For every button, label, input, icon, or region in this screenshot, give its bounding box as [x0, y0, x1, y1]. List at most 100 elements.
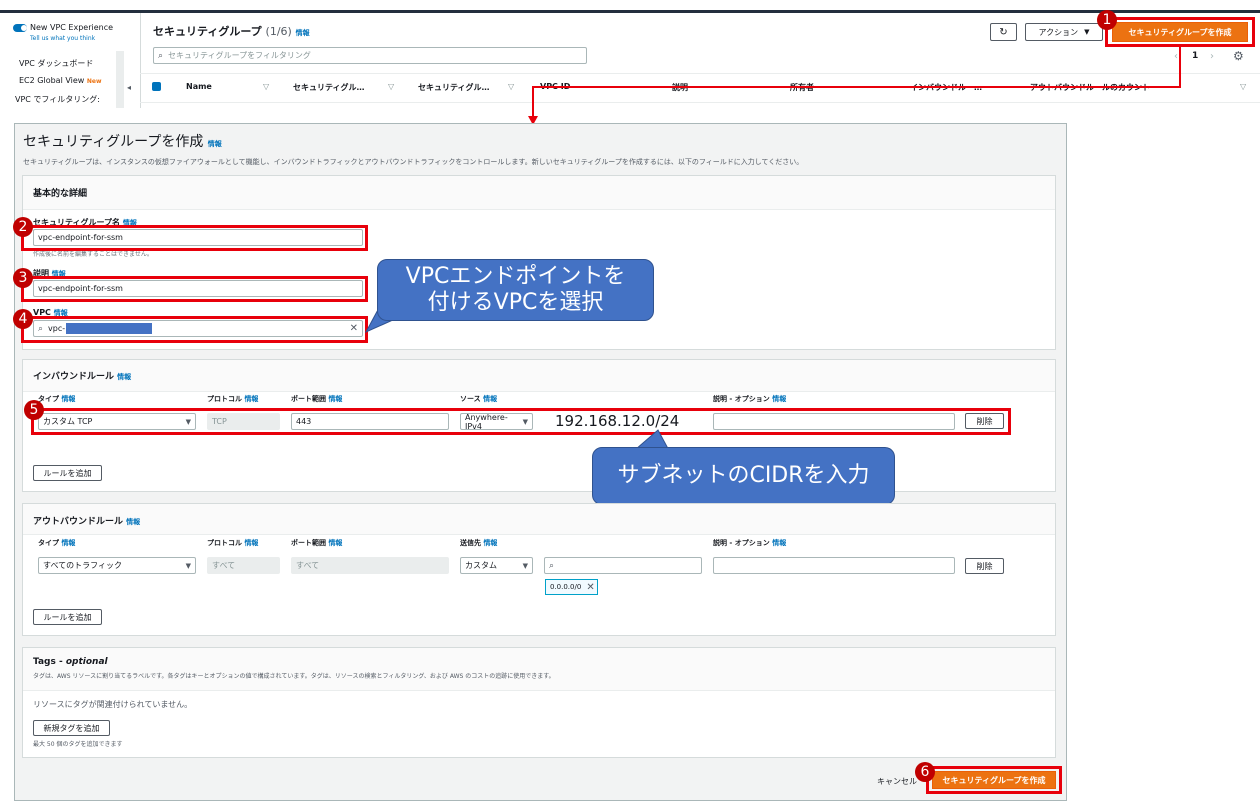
sidebar-scrollbar[interactable]: [116, 51, 124, 108]
cancel-link[interactable]: キャンセル: [877, 776, 917, 787]
col-label: タイプ: [38, 395, 59, 403]
outbound-protocol-field: すべて: [207, 557, 280, 574]
highlight-vpc: [21, 316, 368, 343]
filter-placeholder: セキュリティグループをフィルタリング: [168, 51, 311, 60]
col-label: 説明 - オプション: [713, 395, 770, 403]
outbound-type-value: すべてのトラフィック: [43, 561, 122, 570]
outbound-description-input[interactable]: [713, 557, 955, 574]
info-link[interactable]: 情報: [328, 539, 342, 547]
col-label: プロトコル: [207, 539, 242, 547]
step-badge-6: 6: [915, 762, 935, 782]
tags-heading-optional: optional: [65, 657, 108, 667]
sort-icon[interactable]: ▽: [388, 82, 394, 91]
form-description: セキュリティグループは、インスタンスの仮想ファイアウォールとして機能し、インバウ…: [23, 158, 804, 166]
info-link[interactable]: 情報: [208, 140, 222, 148]
column-header-sg-name[interactable]: セキュリティグル…: [293, 82, 365, 93]
collapse-sidebar-button[interactable]: ◂: [127, 83, 131, 92]
toggle-label: New VPC Experience: [30, 23, 114, 32]
info-link[interactable]: 情報: [61, 539, 75, 547]
col-label: 説明 - オプション: [713, 539, 770, 547]
refresh-button[interactable]: ↻: [990, 23, 1017, 41]
inbound-heading: インバウンドルール 情報: [33, 369, 131, 382]
col-label: タイプ: [38, 539, 59, 547]
inbound-col-type: タイプ 情報: [38, 394, 75, 404]
select-all-checkbox[interactable]: [152, 82, 161, 91]
flow-arrow: [528, 45, 1181, 125]
tags-heading-prefix: Tags -: [33, 657, 66, 667]
outbound-type-select[interactable]: すべてのトラフィック ▼: [38, 557, 196, 574]
info-link[interactable]: 情報: [61, 395, 75, 403]
page-title-text: セキュリティグループ: [153, 25, 262, 38]
info-link[interactable]: 情報: [772, 539, 786, 547]
outbound-dest-select[interactable]: カスタム ▼: [460, 557, 533, 574]
item-count: (1/6): [265, 25, 292, 38]
outbound-port-field: すべて: [291, 557, 449, 574]
outbound-delete-button[interactable]: 削除: [965, 558, 1004, 574]
outbound-add-rule-button[interactable]: ルールを追加: [33, 609, 102, 625]
caret-down-icon: ▼: [1084, 28, 1090, 36]
highlight-sg-name: [21, 225, 368, 251]
info-link[interactable]: 情報: [117, 373, 131, 381]
pagination-next[interactable]: ›: [1210, 51, 1214, 62]
panel-header: [23, 360, 1055, 392]
console-top-border: [0, 10, 1260, 13]
info-link[interactable]: 情報: [296, 29, 310, 37]
caret-down-icon: ▼: [185, 561, 191, 570]
sidebar-item-ec2-global-view[interactable]: EC2 Global View New: [19, 76, 102, 85]
info-link[interactable]: 情報: [244, 539, 258, 547]
outbound-cidr-search[interactable]: ⌕: [544, 557, 702, 574]
col-label: ポート範囲: [291, 539, 326, 547]
tags-empty-message: リソースにタグが関連付けられていません。: [33, 700, 193, 709]
refresh-icon: ↻: [999, 26, 1008, 38]
col-label: ポート範囲: [291, 395, 326, 403]
inbound-heading-text: インバウンドルール: [33, 372, 115, 382]
form-title-text: セキュリティグループを作成: [23, 134, 204, 150]
outbound-col-dest: 送信先 情報: [460, 538, 497, 548]
console-sidebar: New VPC Experience Tell us what you thin…: [0, 13, 141, 108]
add-tag-button[interactable]: 新規タグを追加: [33, 720, 110, 736]
sort-icon[interactable]: ▽: [263, 82, 269, 91]
info-link[interactable]: 情報: [328, 395, 342, 403]
actions-label: アクション: [1038, 27, 1079, 37]
info-link[interactable]: 情報: [483, 539, 497, 547]
info-link[interactable]: 情報: [483, 395, 497, 403]
column-header-name[interactable]: Name: [186, 82, 212, 91]
new-badge: New: [86, 78, 102, 85]
highlight-description: [21, 276, 368, 302]
sort-icon[interactable]: ▽: [508, 82, 514, 91]
actions-dropdown[interactable]: アクション ▼: [1025, 23, 1103, 41]
settings-icon[interactable]: ⚙: [1233, 49, 1244, 63]
feedback-link[interactable]: Tell us what you think: [30, 35, 95, 42]
callout-vpc: VPCエンドポイントを 付けるVPCを選択: [377, 259, 654, 321]
sidebar-item-vpc-dashboard[interactable]: VPC ダッシュボード: [19, 58, 93, 69]
sort-icon[interactable]: ▽: [1240, 82, 1246, 91]
callout-vpc-line1: VPCエンドポイントを: [405, 263, 626, 289]
search-icon: ⌕: [549, 560, 555, 571]
outbound-col-protocol: プロトコル 情報: [207, 538, 258, 548]
step-badge-1: 1: [1097, 10, 1117, 30]
tags-limit: 最大 50 個のタグを追加できます: [33, 741, 123, 748]
search-icon: ⌕: [158, 50, 164, 61]
inbound-col-desc: 説明 - オプション 情報: [713, 394, 786, 404]
outbound-cidr-token: 0.0.0.0/0 ✕: [545, 579, 598, 595]
outbound-heading-text: アウトバウンドルール: [33, 517, 124, 527]
outbound-col-port: ポート範囲 情報: [291, 538, 342, 548]
info-link[interactable]: 情報: [126, 518, 140, 526]
step-badge-4: 4: [13, 309, 33, 329]
column-header-sg-id[interactable]: セキュリティグル…: [418, 82, 490, 93]
sidebar-item-label: EC2 Global View: [19, 76, 85, 85]
close-icon[interactable]: ✕: [586, 582, 594, 593]
tags-heading: Tags - optional: [33, 657, 108, 667]
inbound-col-source: ソース 情報: [460, 394, 497, 404]
info-link[interactable]: 情報: [772, 395, 786, 403]
highlight-submit: [926, 766, 1062, 794]
inbound-add-rule-button[interactable]: ルールを追加: [33, 465, 102, 481]
inbound-col-port: ポート範囲 情報: [291, 394, 342, 404]
page-title: セキュリティグループ (1/6) 情報: [153, 23, 310, 39]
sidebar-item-vpc-filter[interactable]: VPC でフィルタリング:: [15, 94, 100, 105]
callout-vpc-line2: 付けるVPCを選択: [427, 290, 604, 315]
info-link[interactable]: 情報: [244, 395, 258, 403]
panel-header: [23, 504, 1055, 535]
outbound-heading: アウトバウンドルール 情報: [33, 514, 140, 527]
panel-header: [23, 176, 1055, 210]
